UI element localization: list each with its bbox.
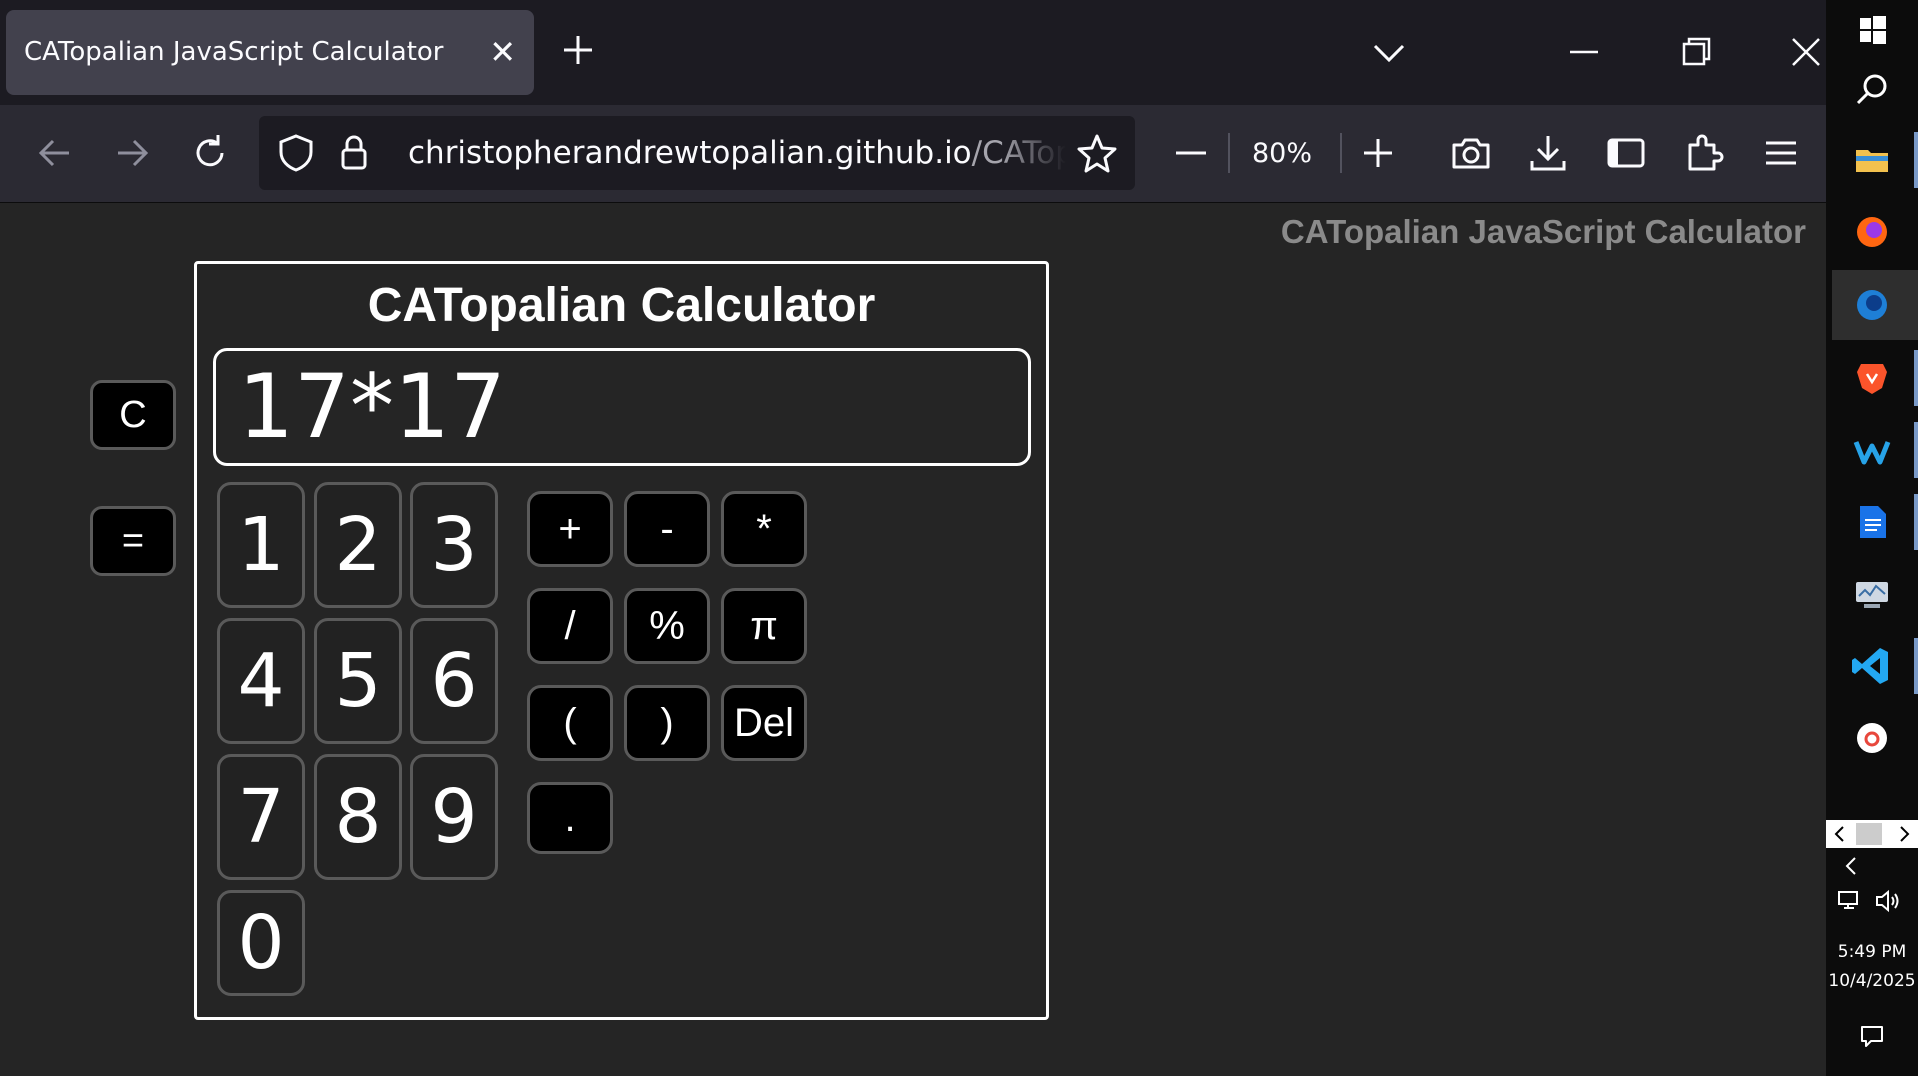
divide-button[interactable]: / [527,588,613,664]
multiply-button[interactable]: * [721,491,807,567]
browser-window: CATopalian JavaScript Calculator ✕ chris… [0,0,1826,1076]
digit-button-9[interactable]: 9 [410,754,498,880]
scroll-thumb[interactable] [1856,823,1882,845]
clear-button[interactable]: C [90,380,176,450]
lock-icon[interactable] [332,131,376,175]
nav-toolbar: christopherandrewtopalian.github.io/CATo… [0,105,1826,203]
running-indicator [1914,132,1918,188]
zoom-in-icon[interactable] [1356,131,1400,175]
digit-button-0[interactable]: 0 [217,890,305,996]
file-explorer-icon[interactable] [1844,132,1900,188]
zoom-out-icon[interactable] [1169,131,1213,175]
app-circle-icon[interactable] [1844,710,1900,766]
tab-close-icon[interactable]: ✕ [489,10,516,95]
chevron-left-icon[interactable] [1826,820,1854,848]
running-indicator [1914,422,1918,478]
digit-button-3[interactable]: 3 [410,482,498,608]
forward-icon[interactable] [110,131,154,175]
firefox-icon[interactable] [1844,204,1900,260]
separator [1228,133,1230,173]
network-icon[interactable] [1836,888,1866,914]
equals-button[interactable]: = [90,506,176,576]
delete-button[interactable]: Del [721,685,807,761]
plus-button[interactable]: + [527,491,613,567]
chevron-right-icon[interactable] [1890,820,1918,848]
vscode-icon[interactable] [1844,638,1900,694]
new-tab-icon[interactable] [556,28,600,72]
clock-date[interactable]: 10/4/2025 [1826,971,1918,991]
sidebar-icon[interactable] [1604,131,1648,175]
menu-icon[interactable] [1759,131,1803,175]
pi-button[interactable]: π [721,588,807,664]
reload-icon[interactable] [188,131,232,175]
url-path: /CATopalian [971,135,1066,171]
digit-button-1[interactable]: 1 [217,482,305,608]
url-bar[interactable]: christopherandrewtopalian.github.io/CATo… [259,116,1135,190]
notification-icon[interactable] [1858,1022,1886,1050]
close-paren-button[interactable]: ) [624,685,710,761]
chevron-left-icon[interactable] [1838,852,1866,880]
restore-icon[interactable] [1674,30,1718,74]
calculator-title: CATopalian Calculator [367,279,876,332]
calculator-panel: CATopalian Calculator 17*17 1 2 3 4 5 6 … [194,261,1049,1020]
clock-time[interactable]: 5:49 PM [1826,942,1918,962]
shield-icon[interactable] [274,131,318,175]
back-icon[interactable] [33,131,77,175]
running-indicator [1914,350,1918,406]
camera-icon[interactable] [1449,131,1493,175]
chevron-down-icon[interactable] [1367,30,1411,74]
separator [1340,133,1342,173]
digit-button-6[interactable]: 6 [410,618,498,744]
url-text[interactable]: christopherandrewtopalian.github.io/CATo… [408,116,1066,190]
page-content: CATopalian JavaScript Calculator C = CAT… [0,203,1826,1076]
search-icon[interactable] [1844,62,1900,118]
url-host: christopherandrewtopalian.github.io [408,135,972,171]
close-window-icon[interactable] [1784,30,1828,74]
page-heading: CATopalian JavaScript Calculator [1280,213,1806,250]
taskbar: 5:49 PM 10/4/2025 [1826,0,1918,1076]
windows-start-icon[interactable] [1844,2,1900,58]
system-monitor-icon[interactable] [1844,566,1900,622]
extensions-icon[interactable] [1682,131,1726,175]
firefox-developer-icon[interactable] [1844,277,1900,333]
running-indicator [1914,494,1918,550]
percent-button[interactable]: % [624,588,710,664]
open-paren-button[interactable]: ( [527,685,613,761]
zoom-level[interactable]: 80% [1252,105,1312,202]
brave-icon[interactable] [1844,350,1900,406]
decimal-button[interactable]: . [527,782,613,854]
waterfox-icon[interactable] [1844,422,1900,478]
digit-button-8[interactable]: 8 [314,754,402,880]
running-indicator [1914,638,1918,694]
download-icon[interactable] [1526,131,1570,175]
digit-button-5[interactable]: 5 [314,618,402,744]
calculator-display: 17*17 [213,348,1031,466]
document-icon[interactable] [1844,494,1900,550]
taskbar-scrollbar[interactable] [1826,820,1918,848]
volume-icon[interactable] [1874,888,1904,914]
tab-strip: CATopalian JavaScript Calculator ✕ [0,0,1826,105]
star-icon[interactable] [1075,131,1119,175]
tab-title: CATopalian JavaScript Calculator [24,37,444,67]
digit-button-7[interactable]: 7 [217,754,305,880]
digit-button-2[interactable]: 2 [314,482,402,608]
minimize-icon[interactable] [1562,30,1606,74]
digit-button-4[interactable]: 4 [217,618,305,744]
minus-button[interactable]: - [624,491,710,567]
tab-active[interactable]: CATopalian JavaScript Calculator ✕ [6,10,534,95]
